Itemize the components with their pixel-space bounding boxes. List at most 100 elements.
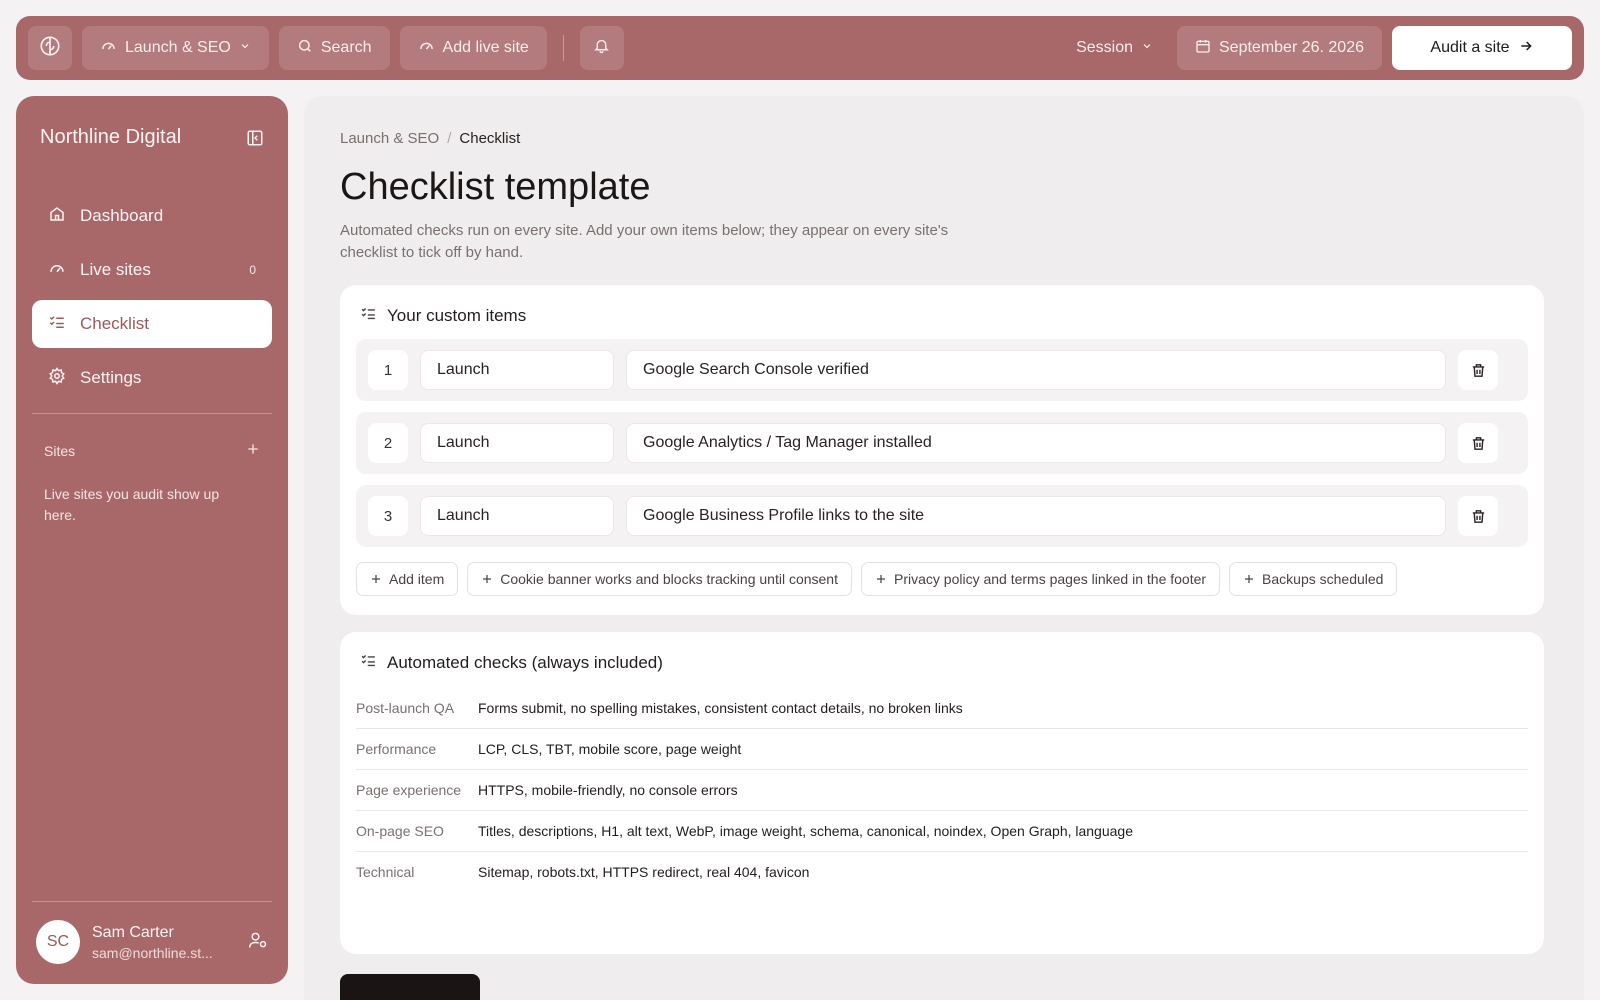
save-button[interactable] (340, 974, 480, 1000)
sidebar-collapse-icon (246, 130, 264, 151)
gauge-icon (418, 37, 435, 59)
list-item: On-page SEO Titles, descriptions, H1, al… (356, 811, 1528, 852)
delete-item-button[interactable] (1458, 496, 1498, 536)
automated-checks-header: Automated checks (always included) (360, 652, 663, 674)
search-button[interactable]: Search (278, 26, 390, 70)
chevron-down-icon (239, 39, 251, 57)
date-picker[interactable]: September 26. 2026 (1177, 26, 1382, 70)
breadcrumb: Launch & SEO / Checklist (340, 130, 520, 147)
gear-icon (48, 366, 66, 390)
session-dropdown[interactable]: Session (1066, 26, 1163, 70)
trash-icon (1472, 363, 1484, 377)
page-title: Checklist template (340, 166, 651, 208)
chip-label: Add item (389, 571, 445, 587)
checklist-icon (360, 305, 377, 327)
date-label: September 26. 2026 (1219, 39, 1364, 56)
list-item: Post-launch QA Forms submit, no spelling… (356, 688, 1528, 729)
gauge-icon (100, 37, 117, 59)
sites-header-label: Sites (44, 442, 76, 459)
plus-icon (248, 444, 258, 454)
add-live-site-label: Add live site (442, 39, 529, 56)
chip-label: Privacy policy and terms pages linked in… (894, 571, 1207, 587)
sidebar-nav: Dashboard Live sites 0 Checklist Setting… (32, 192, 272, 408)
check-details: HTTPS, mobile-friendly, no console error… (478, 782, 738, 798)
divider (32, 413, 272, 414)
notifications-button[interactable] (579, 26, 624, 70)
automated-checks-list: Post-launch QA Forms submit, no spelling… (356, 688, 1528, 892)
checklist-icon (48, 313, 66, 336)
collapse-sidebar-button[interactable] (246, 129, 264, 152)
top-bar: Launch & SEO Search Add live site Sessio… (16, 16, 1584, 80)
breadcrumb-separator: / (447, 130, 452, 147)
suggestion-chip-privacy-policy[interactable]: Privacy policy and terms pages linked in… (861, 562, 1221, 596)
main-content: Launch & SEO / Checklist Checklist templ… (304, 96, 1584, 1000)
sidebar-item-checklist[interactable]: Checklist (32, 300, 272, 348)
bell-icon (593, 37, 610, 59)
sidebar-item-live-sites[interactable]: Live sites 0 (32, 246, 272, 294)
suggestion-chips: Add item Cookie banner works and blocks … (356, 562, 1398, 596)
sidebar-item-label: Checklist (80, 314, 149, 333)
audit-site-button[interactable]: Audit a site (1392, 26, 1572, 70)
custom-items-title: Your custom items (387, 306, 527, 325)
user-email: sam@northline.st... (92, 944, 213, 961)
user-name: Sam Carter (92, 923, 174, 941)
item-text-input[interactable]: Google Business Profile links to the sit… (626, 496, 1446, 536)
check-category: Page experience (356, 782, 462, 798)
search-label: Search (320, 39, 372, 56)
item-text-input[interactable]: Google Search Console verified (626, 350, 1446, 390)
plus-icon (877, 575, 885, 583)
custom-item-row: 3 Launch Google Business Profile links t… (356, 485, 1528, 547)
user-info: Sam Carter sam@northline.st... (92, 924, 240, 961)
sidebar-item-settings[interactable]: Settings (32, 354, 272, 402)
sidebar-item-dashboard[interactable]: Dashboard (32, 192, 272, 240)
list-item: Performance LCP, CLS, TBT, mobile score,… (356, 729, 1528, 770)
trash-icon (1472, 436, 1484, 450)
project-switcher[interactable]: Launch & SEO (82, 26, 269, 70)
delete-item-button[interactable] (1458, 423, 1498, 463)
custom-item-row: 1 Launch Google Search Console verified (356, 339, 1528, 401)
session-label: Session (1076, 39, 1133, 56)
user-profile[interactable]: SC Sam Carter sam@northline.st... (36, 918, 268, 966)
search-icon (297, 38, 313, 59)
divider (562, 35, 564, 61)
add-site-button[interactable] (246, 442, 260, 459)
custom-item-row: 2 Launch Google Analytics / Tag Manager … (356, 412, 1528, 474)
gauge-icon (48, 259, 66, 282)
item-category-input[interactable]: Launch (420, 350, 614, 390)
list-item: Technical Sitemap, robots.txt, HTTPS red… (356, 852, 1528, 892)
brand-name: Northline Digital (40, 126, 182, 148)
add-live-site-button[interactable]: Add live site (399, 26, 547, 70)
arrow-right-icon (1518, 38, 1534, 59)
check-category: On-page SEO (356, 823, 444, 839)
item-text-input[interactable]: Google Analytics / Tag Manager installed (626, 423, 1446, 463)
check-category: Post-launch QA (356, 700, 455, 716)
plus-icon (372, 575, 380, 583)
audit-label: Audit a site (1430, 39, 1510, 56)
add-item-button[interactable]: Add item (356, 562, 459, 596)
breadcrumb-parent[interactable]: Launch & SEO (340, 130, 439, 147)
sidebar: Northline Digital Dashboard Live sites 0… (16, 96, 288, 984)
calendar-icon (1195, 38, 1211, 59)
home-icon (48, 205, 66, 228)
automated-checks-title: Automated checks (always included) (387, 653, 663, 672)
item-number: 3 (368, 496, 408, 536)
check-details: Sitemap, robots.txt, HTTPS redirect, rea… (478, 864, 810, 880)
sites-section-header: Sites (44, 442, 260, 459)
logo-icon (39, 35, 61, 62)
delete-item-button[interactable] (1458, 350, 1498, 390)
plus-icon (1245, 575, 1254, 583)
breadcrumb-current: Checklist (459, 130, 521, 147)
item-category-input[interactable]: Launch (420, 423, 614, 463)
user-settings-icon[interactable] (248, 930, 268, 955)
chevron-down-icon (1141, 39, 1153, 57)
project-label: Launch & SEO (125, 39, 231, 56)
sidebar-item-label: Dashboard (80, 206, 164, 225)
check-details: Titles, descriptions, H1, alt text, WebP… (478, 823, 1133, 839)
suggestion-chip-cookie-banner[interactable]: Cookie banner works and blocks tracking … (467, 562, 852, 596)
logo-button[interactable] (28, 26, 72, 70)
suggestion-chip-backups[interactable]: Backups scheduled (1229, 562, 1398, 596)
item-category-input[interactable]: Launch (420, 496, 614, 536)
custom-items-card: Your custom items 1 Launch Google Search… (340, 285, 1544, 615)
trash-icon (1472, 509, 1484, 523)
list-item: Page experience HTTPS, mobile-friendly, … (356, 770, 1528, 811)
